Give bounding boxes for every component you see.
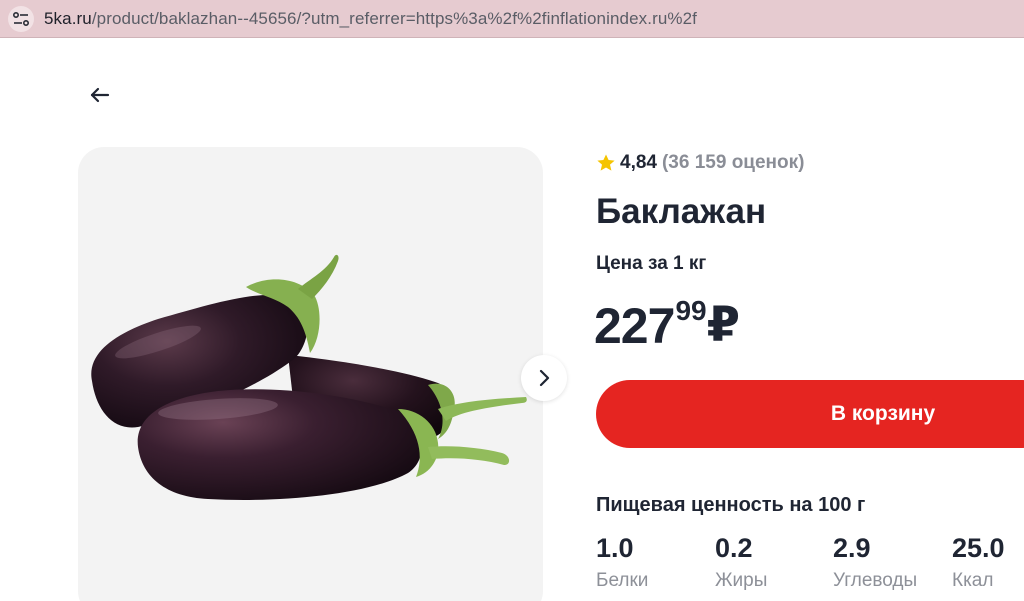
product-rating[interactable]: 4,84 (36 159 оценок) [596,151,804,175]
rating-count: (36 159 оценок) [661,152,805,173]
nutrition-fat: 0.2 Жиры [715,533,767,592]
currency-symbol: ₽ [706,299,740,352]
site-settings-icon[interactable] [8,6,34,32]
eggplant-image [91,254,527,500]
nutrition-value: 25.0 [952,533,1005,563]
back-arrow-icon [90,87,110,103]
nutrition-value: 0.2 [715,533,753,563]
nutrition-protein: 1.0 Белки [596,533,648,592]
nutrition-label: Белки [596,570,649,591]
nutrition-kcal: 25.0 Ккал [952,533,1005,592]
price-kopecks: 99 [675,295,707,326]
add-to-cart-button[interactable]: В корзину [596,380,1024,448]
price-rubles: 227 [594,298,675,354]
product-price: 22799₽ [594,296,740,360]
gallery-next-button[interactable] [521,355,567,401]
url-text[interactable]: 5ka.ru/product/baklazhan--45656/?utm_ref… [44,9,697,29]
nutrition-label: Ккал [952,570,994,591]
star-icon [597,154,615,171]
add-to-cart-label: В корзину [830,402,936,425]
nutrition-title: Пищевая ценность на 100 г [596,494,866,516]
nutrition-value: 2.9 [833,533,871,563]
url-path: /product/baklazhan--45656/?utm_referrer=… [91,9,697,28]
url-domain: 5ka.ru [44,9,92,28]
product-image-gallery [78,147,543,601]
nutrition-carbs: 2.9 Углеводы [833,533,917,592]
browser-address-bar[interactable]: 5ka.ru/product/baklazhan--45656/?utm_ref… [0,0,1024,38]
rating-score: 4,84 [620,152,657,173]
nutrition-label: Углеводы [833,570,918,591]
back-button[interactable] [86,82,114,108]
nutrition-value: 1.0 [596,533,634,563]
price-unit-label: Цена за 1 кг [596,253,707,274]
product-title: Баклажан [596,192,767,231]
nutrition-label: Жиры [715,570,768,591]
chevron-right-icon [539,369,550,387]
